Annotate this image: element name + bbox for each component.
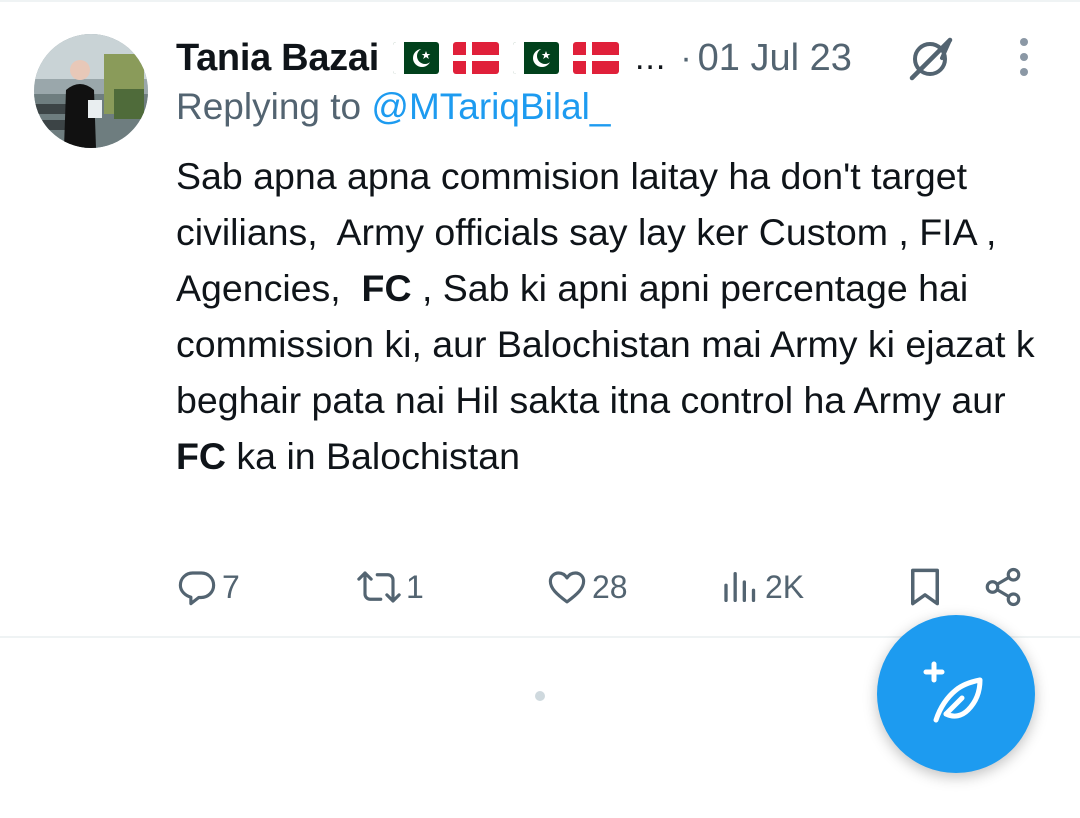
tweet[interactable]: Tania Bazai ... · 01 Jul 23 Replying to … — [0, 0, 1080, 636]
repost-count: 1 — [406, 568, 424, 605]
header-separator: · — [680, 38, 692, 77]
name-overflow-ellipsis: ... — [634, 38, 667, 77]
replying-to-prefix: Replying to — [176, 86, 362, 127]
author-name-flags — [392, 42, 633, 74]
reply-handle-link[interactable]: @MTariqBilal_ — [371, 86, 610, 127]
tweet-date[interactable]: 01 Jul 23 — [698, 37, 852, 80]
tweet-text-bold-segment: FC — [361, 267, 412, 309]
views-button[interactable]: 2K — [721, 562, 804, 612]
like-count: 28 — [592, 568, 628, 605]
grok-icon[interactable] — [906, 36, 956, 82]
bookmark-icon — [904, 565, 946, 609]
tweet-text: Sab apna apna commision laitay ha don't … — [176, 148, 1056, 484]
pakistan-flag-icon — [392, 42, 439, 74]
tweet-text-bold-segment: FC — [176, 435, 226, 477]
avatar[interactable] — [34, 34, 148, 148]
loading-indicator — [535, 691, 545, 701]
tweet-text-segment: ka in Balochistan — [226, 435, 520, 477]
reply-button[interactable]: 7 — [176, 562, 240, 612]
like-button[interactable]: 28 — [546, 562, 628, 612]
repost-button[interactable]: 1 — [356, 562, 424, 612]
pakistan-flag-icon — [512, 42, 559, 74]
more-vertical-icon[interactable] — [1010, 36, 1038, 78]
avatar-photo — [34, 34, 148, 148]
replying-to: Replying to @MTariqBilal_ — [176, 86, 610, 128]
tweet-header: Tania Bazai ... · 01 Jul 23 — [176, 30, 852, 86]
reply-icon — [176, 566, 218, 608]
author-name[interactable]: Tania Bazai — [176, 37, 379, 80]
views-icon — [721, 566, 761, 608]
share-icon — [982, 566, 1024, 608]
denmark-flag-icon — [572, 42, 619, 74]
tweet-actions: 7 1 28 2K — [176, 562, 1036, 612]
share-button[interactable] — [982, 562, 1024, 612]
reply-count: 7 — [222, 568, 240, 605]
bookmark-button[interactable] — [904, 562, 946, 612]
views-count: 2K — [765, 568, 805, 605]
compose-post-button[interactable] — [877, 615, 1035, 773]
repost-icon — [356, 566, 402, 608]
heart-icon — [546, 566, 588, 608]
denmark-flag-icon — [452, 42, 499, 74]
